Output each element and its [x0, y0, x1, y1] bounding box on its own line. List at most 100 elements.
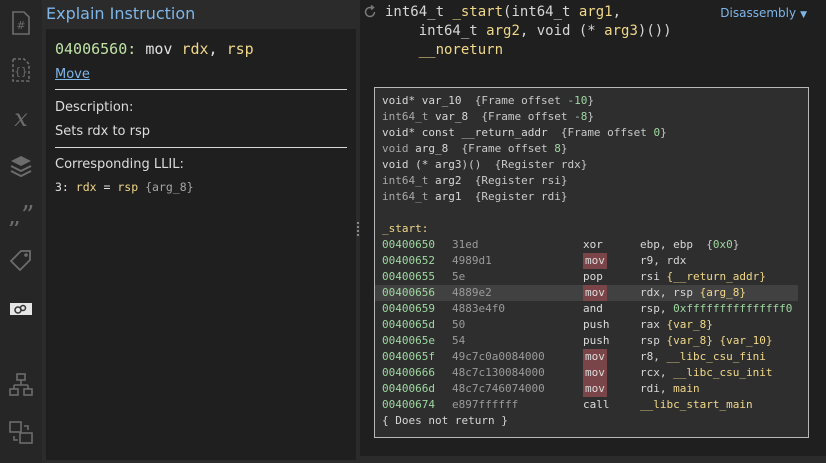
- compare-icon[interactable]: [8, 420, 34, 446]
- disasm-row[interactable]: 00400655 5e pop rsi {__return_addr}: [375, 269, 805, 285]
- stack-variable[interactable]: int64_t arg1 {Register rdi}: [382, 189, 567, 205]
- view-type-dropdown[interactable]: Disassembly ▼: [720, 6, 807, 20]
- function-name[interactable]: _start: [452, 4, 503, 20]
- stack-variable[interactable]: void* const __return_addr {Frame offset …: [382, 125, 667, 141]
- disasm-row[interactable]: 00400674 e897ffffff call __libc_start_main: [375, 397, 805, 413]
- param-arg3[interactable]: arg3: [604, 23, 638, 39]
- refresh-icon[interactable]: [363, 5, 377, 19]
- llil-dest: rdx: [75, 180, 97, 194]
- row-operands[interactable]: r9, rdx: [640, 253, 686, 269]
- row-address[interactable]: 0040066d: [382, 381, 435, 397]
- row-mnemonic[interactable]: mov: [583, 285, 607, 301]
- description-label: Description:: [55, 100, 134, 115]
- variable-name[interactable]: arg_8: [415, 142, 448, 155]
- disasm-row[interactable]: 0040066d 48c7c746074000 mov rdi, main: [375, 381, 805, 397]
- quote-icon[interactable]: „”: [8, 200, 34, 226]
- row-operands[interactable]: rcx, __libc_csu_init: [640, 365, 772, 381]
- svg-text:{}: {}: [14, 65, 27, 78]
- stack-variable[interactable]: void arg_8 {Frame offset 8}: [382, 141, 567, 157]
- variable-info-close: }: [660, 126, 667, 139]
- disasm-row[interactable]: 00400659 4883e4f0 and rsp, 0xffffffffffffff…: [375, 301, 805, 317]
- row-mnemonic[interactable]: mov: [583, 365, 607, 381]
- variable-name[interactable]: var_10: [422, 94, 462, 107]
- graph-tree-icon[interactable]: [8, 372, 34, 398]
- row-operands[interactable]: rdx, rsp {arg_8}: [640, 285, 746, 301]
- row-address[interactable]: 00400666: [382, 365, 435, 381]
- disassembly-body: int64_t _start(int64_t arg1, int64_t arg…: [360, 0, 826, 456]
- row-address[interactable]: 00400674: [382, 397, 435, 413]
- row-mnemonic[interactable]: mov: [583, 381, 607, 397]
- variable-name[interactable]: arg2: [435, 174, 462, 187]
- instruction-doc-link[interactable]: Move: [55, 67, 90, 82]
- variable-name[interactable]: var_8: [435, 110, 468, 123]
- variable-info: {Register rdi}: [461, 190, 568, 203]
- row-mnemonic[interactable]: push: [583, 317, 610, 333]
- row-operands[interactable]: ebp, ebp {0x0}: [640, 237, 739, 253]
- disasm-row[interactable]: 0040065d 50 push rax {var_8}: [375, 317, 805, 333]
- row-address[interactable]: 00400659: [382, 301, 435, 317]
- row-address[interactable]: 00400650: [382, 237, 435, 253]
- does-not-return-note: { Does not return }: [382, 414, 508, 427]
- param-arg1[interactable]: arg1: [579, 4, 613, 20]
- disasm-row[interactable]: 00400652 4989d1 mov r9, rdx: [375, 253, 805, 269]
- row-operands[interactable]: r8, __libc_csu_fini: [640, 349, 766, 365]
- llil-label: Corresponding LLIL:: [55, 157, 184, 172]
- chevron-down-icon: ▼: [800, 10, 807, 20]
- row-mnemonic[interactable]: call: [583, 397, 610, 413]
- row-address[interactable]: 0040065e: [382, 333, 435, 349]
- variable-type: void* const: [382, 126, 462, 139]
- svg-text:„”: „”: [8, 201, 34, 226]
- stack-variable[interactable]: void* var_10 {Frame offset -10}: [382, 93, 594, 109]
- hash-icon[interactable]: #: [8, 10, 34, 36]
- llil-line[interactable]: 3: rdx = rsp {arg_8}: [55, 180, 194, 194]
- function-label[interactable]: _start:: [382, 221, 428, 237]
- function-signature[interactable]: int64_t _start(int64_t arg1, int64_t arg…: [385, 3, 672, 60]
- explain-icon[interactable]: [8, 296, 34, 322]
- row-address[interactable]: 00400656: [382, 285, 435, 301]
- braces-icon[interactable]: {}: [8, 57, 34, 83]
- row-operands[interactable]: __libc_start_main: [640, 397, 753, 413]
- row-operands[interactable]: rsp {var_8} {var_10}: [640, 333, 772, 349]
- tag-icon[interactable]: [8, 248, 34, 274]
- operand-separator: ,: [208, 40, 227, 58]
- row-address[interactable]: 0040065f: [382, 349, 435, 365]
- disasm-row[interactable]: 00400656 4889e2 mov rdx, rsp {arg_8}: [375, 285, 805, 301]
- disasm-row[interactable]: 00400666 48c7c130084000 mov rcx, __libc_csu…: [375, 365, 805, 381]
- row-mnemonic[interactable]: mov: [583, 349, 607, 365]
- variable-name[interactable]: arg1: [435, 190, 462, 203]
- variable-info: )() {Register rdx}: [461, 158, 588, 171]
- row-address[interactable]: 00400655: [382, 269, 435, 285]
- variable-name[interactable]: arg3: [435, 158, 462, 171]
- row-address[interactable]: 00400652: [382, 253, 435, 269]
- splitter-grip-icon[interactable]: [357, 222, 359, 238]
- variable-info-close: }: [560, 142, 568, 155]
- row-mnemonic[interactable]: pop: [583, 269, 603, 285]
- disasm-row[interactable]: 00400650 31ed xor ebp, ebp {0x0}: [375, 237, 805, 253]
- sig-punct: )()): [637, 23, 672, 39]
- row-operands[interactable]: rax {var_8}: [640, 317, 713, 333]
- row-mnemonic[interactable]: xor: [583, 237, 603, 253]
- disassembly-view: int64_t _start(int64_t arg1, int64_t arg…: [360, 0, 826, 463]
- instruction-address: 04006560:: [55, 40, 137, 58]
- row-operands[interactable]: rsi {__return_addr}: [640, 269, 766, 285]
- row-address[interactable]: 0040065d: [382, 317, 435, 333]
- variable-name[interactable]: __return_addr: [461, 126, 547, 139]
- svg-text:#: #: [16, 19, 25, 32]
- row-mnemonic[interactable]: and: [583, 301, 603, 317]
- row-mnemonic[interactable]: mov: [583, 253, 607, 269]
- variable-offset: 8: [554, 142, 561, 155]
- row-bytes: 54: [452, 334, 466, 347]
- stack-variable[interactable]: void (* arg3)() {Register rdx}: [382, 157, 587, 173]
- row-operands[interactable]: rsp, 0xfffffffffffffff0: [640, 301, 792, 317]
- param-arg2[interactable]: arg2: [486, 23, 520, 39]
- row-bytes: 50: [452, 318, 466, 331]
- stack-variable[interactable]: int64_t var_8 {Frame offset -8}: [382, 109, 594, 125]
- layers-icon[interactable]: [8, 153, 34, 179]
- disasm-row[interactable]: 0040065f 49c7c0a0084000 mov r8, __libc_csu_…: [375, 349, 805, 365]
- variable-x-icon[interactable]: x: [8, 105, 34, 131]
- stack-variable[interactable]: int64_t arg2 {Register rsi}: [382, 173, 567, 189]
- disasm-row[interactable]: 0040065e 54 push rsp {var_8} {var_10}: [375, 333, 805, 349]
- row-operands[interactable]: rdi, main: [640, 381, 700, 397]
- panel-title: Explain Instruction: [46, 4, 196, 23]
- row-mnemonic[interactable]: push: [583, 333, 610, 349]
